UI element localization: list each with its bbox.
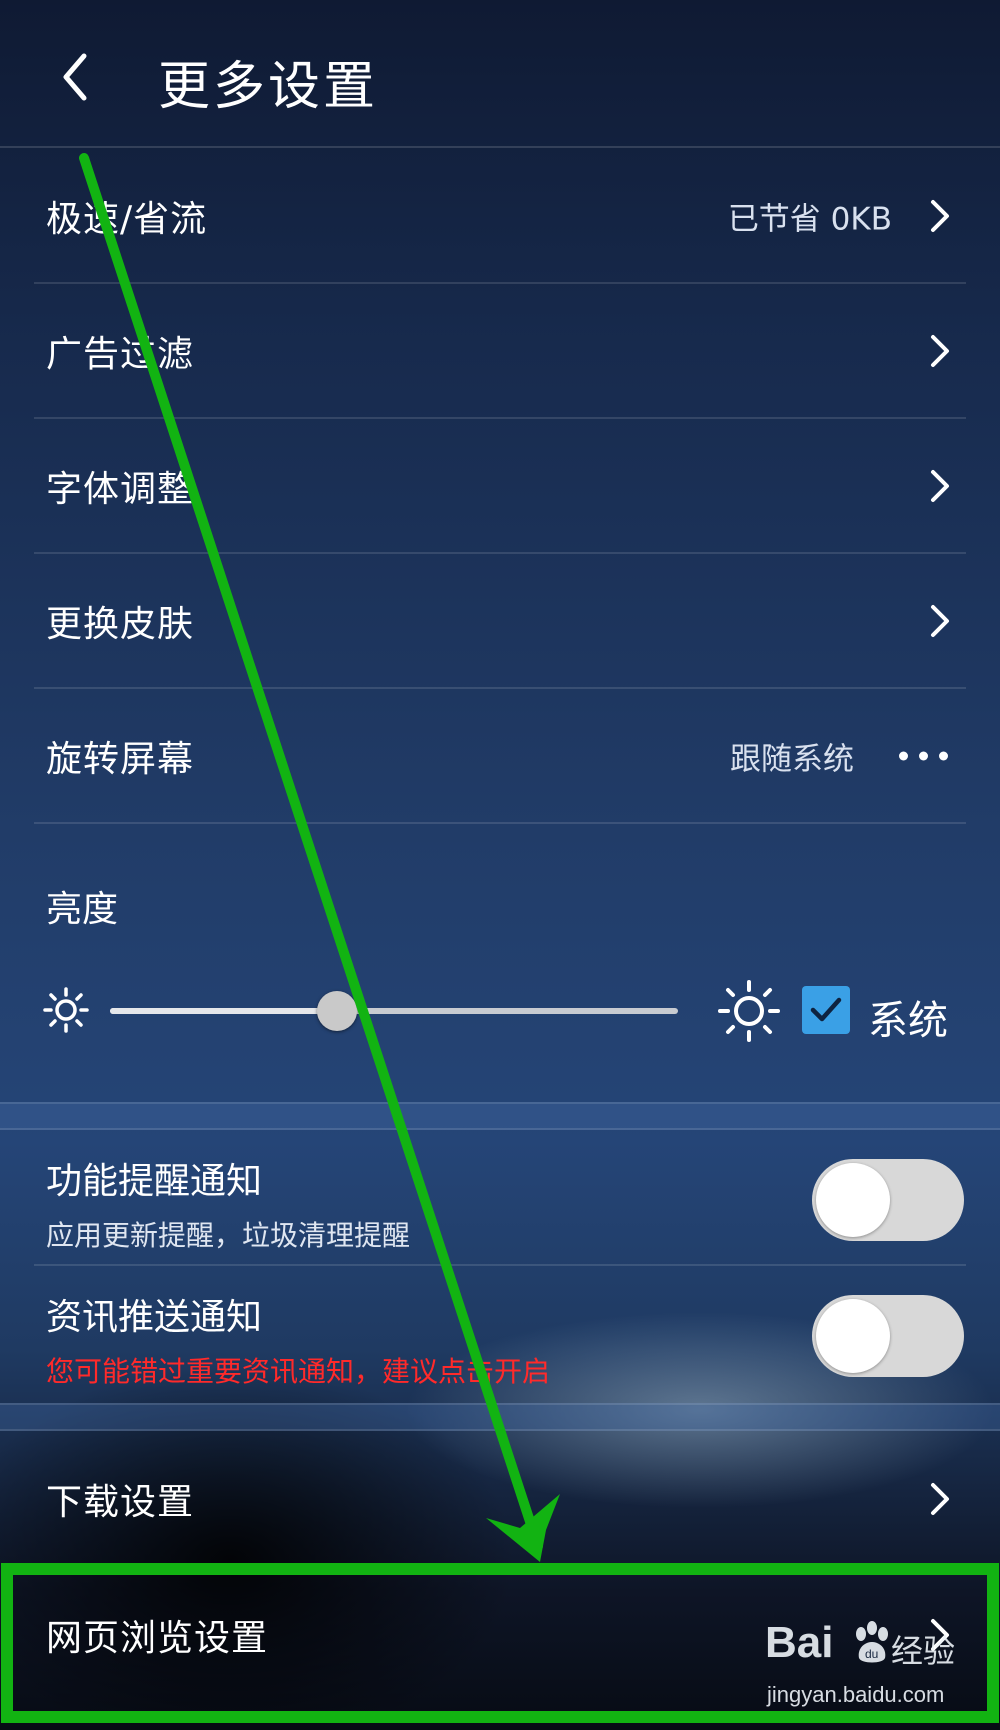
back-arrow-icon[interactable] [56, 52, 96, 102]
chevron-right-icon [931, 470, 949, 502]
menu-item-label: 字体调整 [46, 469, 195, 510]
more-options-icon[interactable] [899, 751, 948, 761]
chevron-right-icon [931, 335, 949, 367]
brightness-high-icon [718, 980, 780, 1042]
brightness-low-icon [43, 987, 89, 1033]
toggle-knob [816, 1163, 890, 1237]
toggle-knob [816, 1299, 890, 1373]
menu-item-download-settings[interactable]: 下载设置 [34, 1433, 966, 1567]
brightness-section: 亮度 系统 [34, 824, 966, 1102]
menu-item-label: 网页浏览设置 [46, 1618, 269, 1659]
section-divider [0, 1102, 1000, 1130]
watermark-url: jingyan.baidu.com [767, 1682, 945, 1707]
settings-screen: 更多设置 极速/省流 已节省 0KB 广告过滤 字体调整 更换皮肤 旋转屏幕 跟… [0, 0, 1000, 1730]
menu-item-label: 广告过滤 [46, 334, 195, 375]
chevron-right-icon [931, 605, 949, 637]
notification-label: 资讯推送通知 [46, 1297, 263, 1338]
menu-item-label: 更换皮肤 [46, 604, 195, 645]
notification-warning[interactable]: 您可能错过重要资讯通知，建议点击开启 [46, 1350, 550, 1390]
brightness-slider-thumb[interactable] [317, 991, 358, 1031]
system-brightness-label: 系统 [868, 998, 948, 1044]
chevron-right-icon [931, 1483, 949, 1515]
rotation-value: 跟随系统 [730, 741, 854, 778]
feature-notification-toggle[interactable] [812, 1159, 964, 1241]
menu-item-label: 下载设置 [46, 1482, 195, 1523]
baidu-paw-logo-icon: du [856, 1621, 888, 1663]
section-divider [0, 1403, 1000, 1431]
page-title: 更多设置 [158, 57, 379, 117]
watermark-brand: Bai [765, 1618, 834, 1667]
feature-notification-row: 功能提醒通知 应用更新提醒，垃圾清理提醒 [34, 1132, 966, 1266]
baidu-jingyan-watermark: Bai du 经验 jingyan.baidu.com [765, 1618, 965, 1714]
notification-subtitle: 应用更新提醒，垃圾清理提醒 [46, 1219, 411, 1252]
header-bar: 更多设置 [0, 0, 1000, 148]
checkmark-icon [810, 997, 842, 1022]
chevron-right-icon [931, 200, 949, 232]
brightness-slider[interactable] [110, 1008, 678, 1014]
news-push-toggle[interactable] [812, 1295, 964, 1377]
svg-text:du: du [865, 1647, 878, 1661]
brightness-fill [110, 1008, 338, 1014]
brightness-label: 亮度 [46, 889, 119, 930]
system-brightness-checkbox[interactable] [802, 986, 850, 1034]
notification-label: 功能提醒通知 [46, 1161, 263, 1202]
menu-item-change-skin[interactable]: 更换皮肤 [34, 555, 966, 689]
menu-item-font-size[interactable]: 字体调整 [34, 420, 966, 554]
news-push-notification-row: 资讯推送通知 您可能错过重要资讯通知，建议点击开启 [34, 1268, 966, 1402]
menu-item-label: 旋转屏幕 [46, 739, 195, 780]
watermark-brand-cn: 经验 [891, 1632, 956, 1670]
menu-item-rotate-screen[interactable]: 旋转屏幕 跟随系统 [34, 690, 966, 824]
data-saved-value: 已节省 0KB [727, 201, 892, 238]
menu-item-ad-filter[interactable]: 广告过滤 [34, 285, 966, 419]
menu-item-speed-saving[interactable]: 极速/省流 已节省 0KB [34, 150, 966, 284]
menu-item-label: 极速/省流 [46, 199, 208, 240]
